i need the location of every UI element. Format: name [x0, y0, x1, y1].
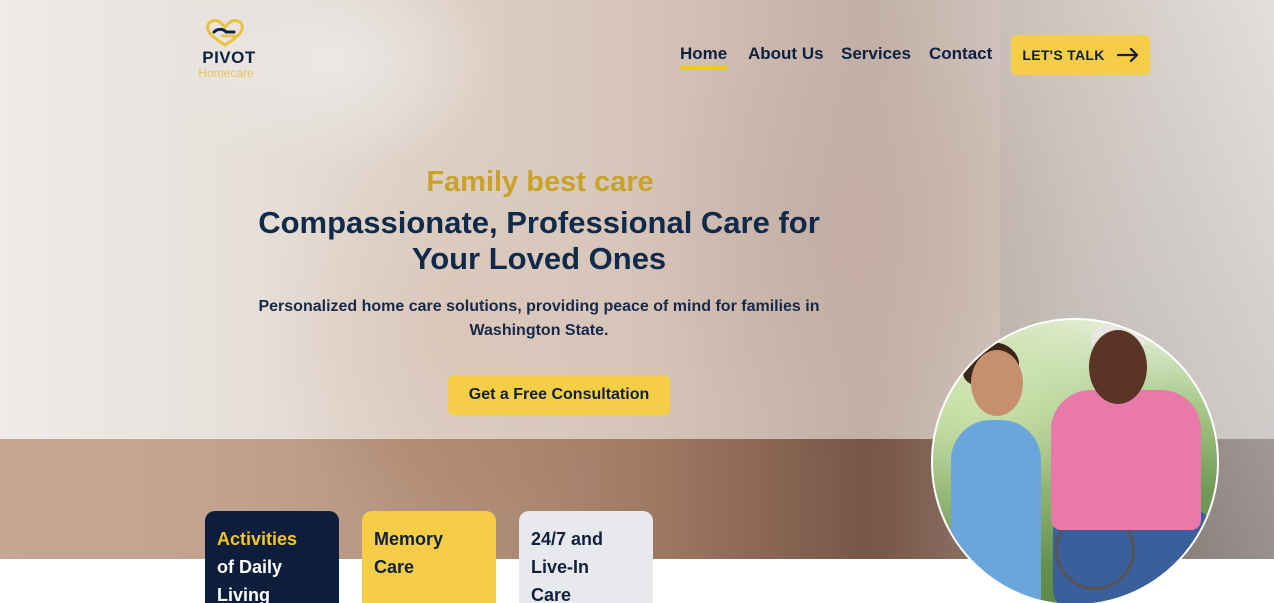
card-title-line: Care: [374, 557, 415, 577]
service-card-live-in-care[interactable]: 24/7 and Live-In Care: [519, 511, 653, 603]
nav-home[interactable]: Home: [680, 44, 728, 69]
service-card-memory-care[interactable]: Memory Care: [362, 511, 496, 603]
hero-headline-line2: Your Loved Ones: [411, 241, 667, 276]
hero-headline: Compassionate, Professional Care for You…: [220, 205, 858, 277]
hero-subtext-line2: Washington State.: [469, 322, 609, 339]
nav-contact[interactable]: Contact: [929, 44, 992, 64]
brand-tagline: Homecare: [198, 66, 254, 80]
card-title-line: 24/7 and: [531, 529, 604, 549]
brand-logo[interactable]: PIVOT Homecare: [186, 18, 266, 82]
hero-subtext: Personalized home care solutions, provid…: [230, 295, 848, 343]
nav-active-indicator: [680, 66, 728, 69]
photo-nurse-head: [971, 350, 1023, 416]
nav-about-us[interactable]: About Us: [748, 44, 824, 64]
card-title-accent: Activities: [217, 529, 298, 549]
hero-headline-line1: Compassionate, Professional Care for: [258, 205, 820, 240]
hero-kicker: Family best care: [426, 166, 654, 198]
arrow-right-icon: [1116, 48, 1138, 62]
photo-man-head: [1089, 330, 1147, 404]
hero-subtext-line1: Personalized home care solutions, provid…: [258, 298, 820, 315]
nav-services[interactable]: Services: [841, 44, 911, 64]
photo-nurse-body: [951, 420, 1041, 603]
photo-man-body: [1051, 390, 1201, 530]
card-title-line: Living: [217, 585, 270, 603]
lets-talk-button[interactable]: LET'S TALK: [1011, 35, 1150, 75]
nav-home-label: Home: [680, 44, 728, 63]
service-card-daily-living[interactable]: Activities of Daily Living: [205, 511, 339, 603]
free-consultation-button[interactable]: Get a Free Consultation: [448, 375, 670, 415]
caregiver-photo: [931, 318, 1219, 603]
card-title-line: Memory: [374, 529, 444, 549]
card-title-line: Care: [531, 585, 572, 603]
brand-name: PIVOT: [202, 48, 256, 67]
card-title-line: Live-In: [531, 557, 590, 577]
lets-talk-label: LET'S TALK: [1022, 47, 1105, 63]
heart-hands-icon: [206, 19, 244, 47]
card-title-line: of Daily: [217, 557, 283, 577]
